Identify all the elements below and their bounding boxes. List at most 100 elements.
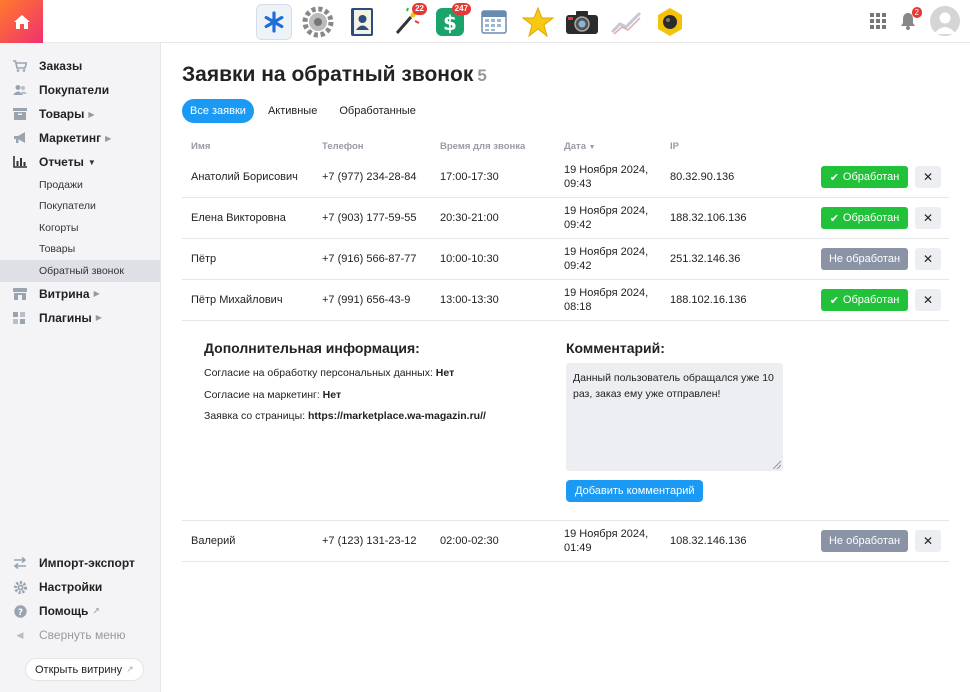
- delete-button[interactable]: ✕: [915, 289, 941, 311]
- row-details-panel: Дополнительная информация: Согласие на о…: [182, 320, 949, 521]
- cell-date-time: 09:42: [564, 219, 592, 231]
- consent-personal-label: Согласие на обработку персональных данны…: [204, 367, 433, 379]
- app-badge: 247: [451, 3, 471, 15]
- close-icon: ✕: [922, 252, 934, 266]
- status-processed-button[interactable]: ✔ Обработан: [821, 289, 908, 311]
- check-icon: ✔: [829, 212, 839, 225]
- sidebar-item-orders[interactable]: Заказы: [0, 54, 160, 78]
- calendar-app-icon[interactable]: [476, 4, 512, 40]
- open-storefront-label: Открыть витрину: [35, 663, 123, 676]
- star-app-icon[interactable]: [520, 4, 556, 40]
- column-header-time[interactable]: Время для звонка: [440, 141, 525, 152]
- app-launcher: 22 $ 247: [256, 3, 688, 40]
- money-app-icon[interactable]: $ 247: [432, 3, 471, 40]
- cell-name: Елена Викторовна: [191, 212, 286, 224]
- sidebar-subitem-sales[interactable]: Продажи: [0, 174, 160, 196]
- camera-app-icon[interactable]: [564, 4, 600, 40]
- hexagon-app-icon[interactable]: [652, 4, 688, 40]
- sidebar-item-label: Товары: [39, 107, 85, 121]
- cell-time: 02:00-02:30: [440, 535, 499, 547]
- bar-chart-icon: [13, 156, 27, 168]
- asterisk-app-icon[interactable]: [256, 4, 292, 40]
- sidebar-subitem-cohorts[interactable]: Когорты: [0, 217, 160, 239]
- status-processed-button[interactable]: ✔ Обработан: [821, 207, 908, 229]
- table-row[interactable]: Елена Викторовна +7 (903) 177-59-55 20:3…: [182, 198, 949, 239]
- sidebar-item-marketing[interactable]: Маркетинг ▶: [0, 126, 160, 150]
- contacts-app-icon[interactable]: [344, 4, 380, 40]
- sidebar-item-help[interactable]: ? Помощь ↗: [0, 599, 160, 623]
- chevron-right-icon: ▶: [93, 289, 100, 298]
- column-header-date[interactable]: Дата ▼: [564, 141, 596, 152]
- delete-button[interactable]: ✕: [915, 166, 941, 188]
- notifications-bell-icon[interactable]: 2: [900, 7, 922, 30]
- table-header: Имя Телефон Время для звонка Дата ▼ IP: [182, 141, 950, 155]
- comment-title: Комментарий:: [566, 340, 665, 356]
- source-page-link[interactable]: https://marketplace.wa-magazin.ru//: [308, 410, 486, 422]
- cell-name: Пётр: [191, 253, 217, 265]
- sidebar-item-plugins[interactable]: Плагины ▶: [0, 306, 160, 330]
- add-comment-button[interactable]: Добавить комментарий: [566, 480, 704, 502]
- column-header-ip[interactable]: IP: [670, 141, 679, 152]
- consent-marketing-value: Нет: [322, 389, 342, 401]
- sidebar-bottom: Импорт-экспорт Настройки ? Помощь ↗ ◀ Св…: [0, 551, 160, 647]
- avatar[interactable]: [930, 6, 960, 36]
- sidebar-item-storefront[interactable]: Витрина ▶: [0, 282, 160, 306]
- sidebar-subitem-callback[interactable]: Обратный звонок: [0, 260, 160, 282]
- comment-textarea[interactable]: Данный пользователь обращался уже 10 раз…: [566, 363, 783, 471]
- column-header-name[interactable]: Имя: [191, 141, 210, 152]
- resize-handle-icon[interactable]: [773, 461, 781, 469]
- delete-button[interactable]: ✕: [915, 207, 941, 229]
- column-header-date-label: Дата: [564, 141, 586, 152]
- storefront-icon: [13, 287, 27, 300]
- sidebar-item-label: Настройки: [39, 580, 103, 594]
- sidebar-item-label: Импорт-экспорт: [39, 556, 135, 570]
- additional-info-title: Дополнительная информация:: [204, 340, 420, 356]
- cell-phone: +7 (991) 656-43-9: [322, 294, 411, 306]
- plugins-icon: [13, 311, 27, 324]
- chart-app-icon[interactable]: [608, 4, 644, 40]
- cell-ip: 251.32.146.36: [670, 253, 741, 265]
- gear-app-icon[interactable]: [300, 4, 336, 40]
- home-button[interactable]: [0, 0, 43, 43]
- tab-all[interactable]: Все заявки: [182, 99, 254, 123]
- delete-button[interactable]: ✕: [915, 530, 941, 552]
- table-row[interactable]: Валерий +7 (123) 131-23-12 02:00-02:30 1…: [182, 521, 949, 562]
- open-storefront-button[interactable]: Открыть витрину ↗: [26, 659, 143, 680]
- sidebar-collapse-button[interactable]: ◀ Свернуть меню: [0, 623, 160, 647]
- apps-grid-icon[interactable]: [870, 13, 886, 29]
- sort-down-icon: ▼: [588, 144, 596, 151]
- status-unprocessed-button[interactable]: Не обработан: [821, 248, 908, 270]
- sidebar-item-customers[interactable]: Покупатели: [0, 78, 160, 102]
- consent-personal-data: Согласие на обработку персональных данны…: [204, 367, 454, 379]
- sidebar-item-products[interactable]: Товары ▶: [0, 102, 160, 126]
- app-badge: 22: [412, 3, 427, 15]
- tab-active[interactable]: Активные: [260, 99, 325, 123]
- sidebar-subitem-customers[interactable]: Покупатели: [0, 196, 160, 218]
- sidebar-item-import-export[interactable]: Импорт-экспорт: [0, 551, 160, 575]
- table-row[interactable]: Анатолий Борисович +7 (977) 234-28-84 17…: [182, 157, 949, 198]
- svg-text:?: ?: [17, 608, 22, 618]
- cell-date-day: 19 Ноября 2024,: [564, 287, 649, 299]
- status-unprocessed-button[interactable]: Не обработан: [821, 530, 908, 552]
- cell-time: 17:00-17:30: [440, 171, 499, 183]
- comment-text: Данный пользователь обращался уже 10 раз…: [573, 372, 774, 400]
- delete-button[interactable]: ✕: [915, 248, 941, 270]
- megaphone-icon: [13, 132, 27, 144]
- sidebar-item-settings[interactable]: Настройки: [0, 575, 160, 599]
- sidebar-subitem-products[interactable]: Товары: [0, 239, 160, 261]
- table-row[interactable]: Пётр Михайлович +7 (991) 656-43-9 13:00-…: [182, 280, 949, 321]
- magic-wand-app-icon[interactable]: 22: [388, 3, 427, 40]
- page-title-text: Заявки на обратный звонок: [182, 63, 474, 86]
- column-header-phone[interactable]: Телефон: [322, 141, 364, 152]
- cell-date: 19 Ноября 2024, 09:43: [564, 157, 664, 197]
- tab-processed[interactable]: Обработанные: [331, 99, 423, 123]
- sidebar-item-reports[interactable]: Отчеты ▼: [0, 150, 160, 174]
- table-row[interactable]: Пётр +7 (916) 566-87-77 10:00-10:30 19 Н…: [182, 239, 949, 280]
- cell-date-time: 09:42: [564, 260, 592, 272]
- requests-count: 5: [477, 66, 487, 85]
- chevron-down-icon: ▼: [87, 157, 96, 167]
- status-processed-button[interactable]: ✔ Обработан: [821, 166, 908, 188]
- cell-date: 19 Ноября 2024, 09:42: [564, 198, 664, 238]
- sidebar-item-label: Плагины: [39, 310, 92, 325]
- sidebar-item-label: Отчеты: [39, 155, 84, 169]
